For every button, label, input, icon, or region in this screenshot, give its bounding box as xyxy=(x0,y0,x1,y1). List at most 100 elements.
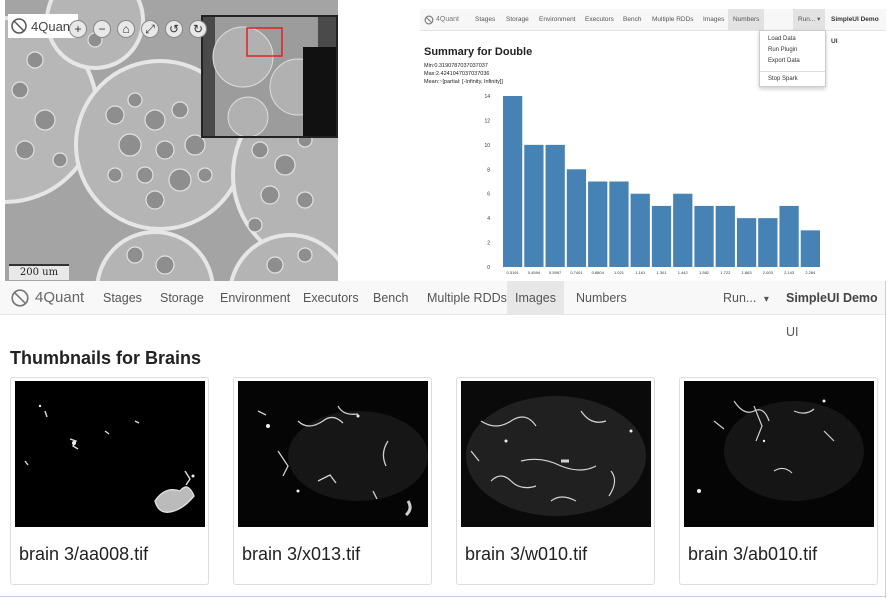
histogram-bar[interactable] xyxy=(651,205,672,267)
thumbnail-card[interactable]: brain 3/ab010.tif xyxy=(679,377,878,585)
thumbnail-image[interactable] xyxy=(15,381,205,527)
menu-run-plugin[interactable]: Run Plugin xyxy=(768,47,797,53)
histogram-bar[interactable] xyxy=(694,205,714,267)
navigator-minimap[interactable] xyxy=(201,15,338,138)
menu-export-data[interactable]: Export Data xyxy=(768,58,800,64)
x-tick-label: 0.5997 xyxy=(549,270,562,275)
nav-multiple-rdds[interactable]: Multiple RDDs xyxy=(427,281,507,315)
nav-images[interactable]: Images xyxy=(507,281,564,315)
histogram-bar[interactable] xyxy=(566,169,587,267)
thumbnail-image[interactable] xyxy=(238,381,428,527)
nav-environment[interactable]: Environment xyxy=(539,9,576,31)
thumbnail-caption[interactable]: brain 3/ab010.tif xyxy=(688,544,817,565)
zoom-out-icon[interactable]: − xyxy=(93,20,111,38)
thumbnail-image[interactable] xyxy=(461,381,651,527)
y-tick-label: 0 xyxy=(487,265,490,271)
minimap-image xyxy=(203,17,336,138)
y-tick-label: 2 xyxy=(487,241,490,247)
rotate-right-icon[interactable]: ↻ xyxy=(189,20,207,38)
x-tick-label: 1.582 xyxy=(699,270,710,275)
brand-name: 4Quant xyxy=(31,18,74,34)
run-menu[interactable]: Run... ▾ xyxy=(723,281,769,315)
histogram-bar[interactable] xyxy=(524,144,544,267)
thumbnail-caption[interactable]: brain 3/w010.tif xyxy=(465,544,587,565)
brand-logo: 4Quant xyxy=(8,14,78,38)
run-dropdown-menu: Load Data Run Plugin Export Data Stop Sp… xyxy=(759,30,826,87)
thumbnail-card[interactable]: brain 3/x013.tif xyxy=(233,377,432,585)
histogram-bar[interactable] xyxy=(630,193,650,267)
stat-max: Max:2.4241047037037036 xyxy=(424,71,490,77)
x-tick-label: 0.3191 xyxy=(507,270,520,275)
panel-border-right xyxy=(885,281,886,598)
histogram-bar[interactable] xyxy=(800,230,820,267)
x-tick-label: 1.722 xyxy=(720,270,731,275)
thumbnail-card[interactable]: brain 3/w010.tif xyxy=(456,377,655,585)
summary-panel: 4Quant Stages Storage Environment Execut… xyxy=(420,0,886,281)
x-tick-label: 0.4594 xyxy=(528,270,541,275)
nav-images[interactable]: Images xyxy=(703,9,724,31)
nav-bench[interactable]: Bench xyxy=(623,9,641,31)
x-tick-label: 2.284 xyxy=(805,270,816,275)
top-navbar: 4Quant Stages Storage Environment Execut… xyxy=(420,9,886,45)
caret-down-icon: ▾ xyxy=(817,16,821,23)
brand-name: 4Quant xyxy=(35,289,85,306)
nav-environment[interactable]: Environment xyxy=(220,281,290,315)
thumbnail-caption[interactable]: brain 3/x013.tif xyxy=(242,544,360,565)
histogram-chart: 0 2 4 6 8 10 12 14 0.3191 0.4594 0.5997 0.7401 0.880… xyxy=(484,94,820,275)
x-tick-label: 0.7401 xyxy=(570,270,583,275)
brand-name: 4Quant xyxy=(436,16,459,23)
zoom-in-icon[interactable]: + xyxy=(69,20,87,38)
app-name: SimpleUI Demo UI xyxy=(786,281,886,339)
4quant-logo-icon xyxy=(424,15,434,25)
thumbnails-panel: 4Quant Stages Storage Environment Execut… xyxy=(0,281,886,598)
nav-numbers[interactable]: Numbers xyxy=(728,9,765,31)
y-tick-label: 14 xyxy=(484,94,490,100)
nav-numbers[interactable]: Numbers xyxy=(576,281,627,315)
summary-title: Summary for Double xyxy=(424,46,533,58)
thumbnail-card[interactable]: brain 3/aa008.tif xyxy=(10,377,209,585)
scale-bar: 200 um xyxy=(9,264,69,280)
y-tick-label: 10 xyxy=(484,143,490,149)
microscopy-viewer[interactable]: 4Quant + − ⌂ ⤢ ↺ ↻ 200 um xyxy=(5,0,338,281)
x-tick-label: 2.003 xyxy=(763,270,774,275)
histogram-bar[interactable] xyxy=(503,96,523,267)
rotate-left-icon[interactable]: ↺ xyxy=(165,20,183,38)
histogram-bar[interactable] xyxy=(545,144,565,267)
home-icon[interactable]: ⌂ xyxy=(117,20,135,38)
nav-storage[interactable]: Storage xyxy=(506,9,529,31)
main-navbar: 4Quant Stages Storage Environment Execut… xyxy=(0,281,886,339)
y-tick-label: 8 xyxy=(487,167,490,173)
menu-load-data[interactable]: Load Data xyxy=(768,36,796,42)
nav-executors[interactable]: Executors xyxy=(585,9,614,31)
x-tick-label: 1.442 xyxy=(678,270,689,275)
nav-executors[interactable]: Executors xyxy=(303,281,359,315)
thumbnail-caption[interactable]: brain 3/aa008.tif xyxy=(19,544,148,565)
menu-stop-spark[interactable]: Stop Spark xyxy=(768,76,798,82)
histogram-bar[interactable] xyxy=(609,181,629,268)
thumbnail-image[interactable] xyxy=(684,381,874,527)
fullscreen-icon[interactable]: ⤢ xyxy=(141,20,159,38)
histogram-bar[interactable] xyxy=(736,218,757,267)
nav-storage[interactable]: Storage xyxy=(160,281,204,315)
nav-multiple-rdds[interactable]: Multiple RDDs xyxy=(652,9,694,31)
x-tick-label: 1.301 xyxy=(656,270,667,275)
histogram-bar[interactable] xyxy=(715,205,735,267)
navbar-brand[interactable]: 4Quant xyxy=(10,281,84,315)
y-tick-label: 12 xyxy=(484,118,490,124)
app-name-suffix: UI xyxy=(786,325,799,339)
navbar-brand[interactable]: 4Quant xyxy=(424,9,459,31)
nav-stages[interactable]: Stages xyxy=(475,9,495,31)
nav-stages[interactable]: Stages xyxy=(103,281,142,315)
run-menu-label: Run... xyxy=(723,291,757,305)
page-title: Thumbnails for Brains xyxy=(10,348,202,368)
histogram-bar[interactable] xyxy=(588,181,608,268)
app-name: SimpleUI Demo UI xyxy=(831,16,879,45)
run-menu[interactable]: Run... ▾ xyxy=(793,9,826,31)
histogram-bar[interactable] xyxy=(779,205,799,267)
nav-bench[interactable]: Bench xyxy=(373,281,408,315)
x-tick-label: 1.863 xyxy=(742,270,753,275)
histogram-bar[interactable] xyxy=(673,193,693,267)
app-name-bold: SimpleUI Demo xyxy=(786,291,878,305)
stat-mean: Mean:~[partial: [-Infinity, Infinity]] xyxy=(424,79,503,85)
histogram-bar[interactable] xyxy=(758,218,778,267)
